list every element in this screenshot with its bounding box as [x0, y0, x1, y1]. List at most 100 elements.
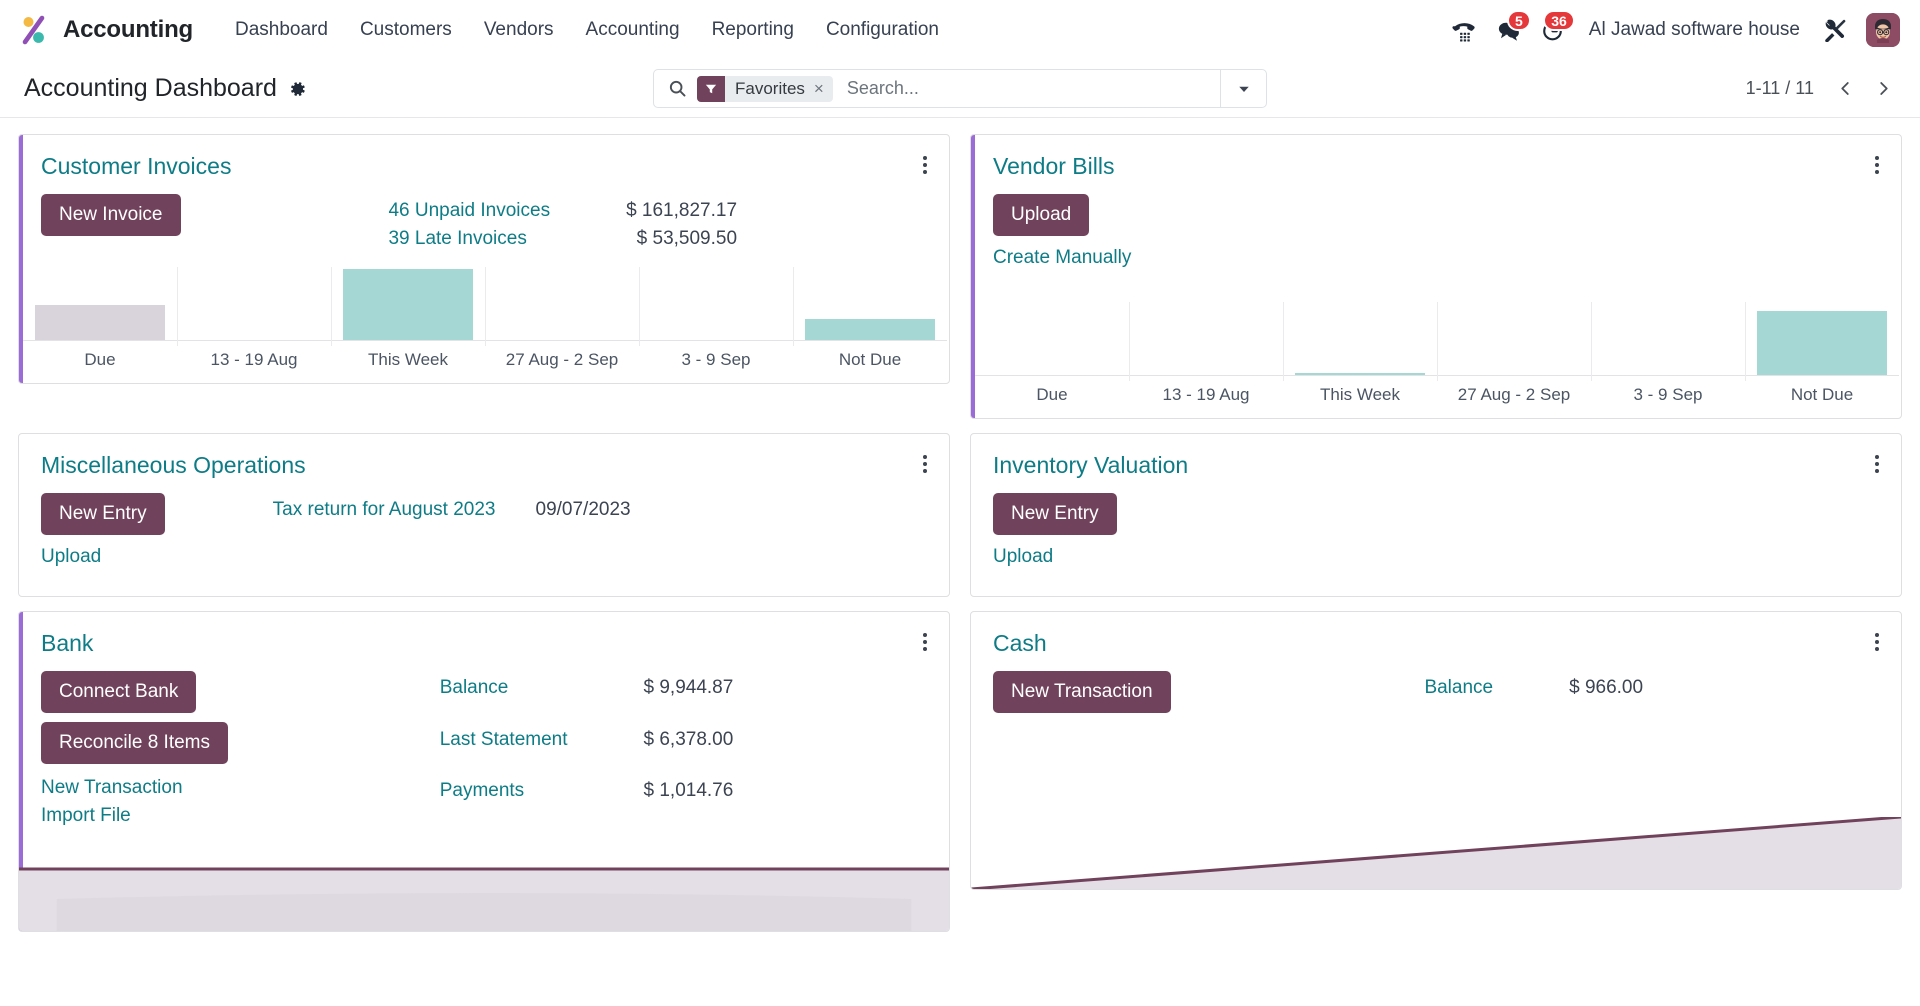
bar-cell — [639, 267, 793, 346]
bar-label: Due — [1036, 385, 1068, 405]
kebab-menu-icon[interactable] — [917, 449, 933, 479]
card-figures: Balance $ 966.00 — [1187, 671, 1881, 713]
search-input[interactable] — [842, 78, 1220, 99]
kebab-menu-icon[interactable] — [917, 150, 933, 180]
card-title-vendor-bills[interactable]: Vendor Bills — [993, 153, 1114, 179]
bar-label: This Week — [368, 350, 448, 369]
bank-balance-area-chart[interactable] — [19, 859, 949, 931]
cash-balance-amount: $ 966.00 — [1569, 676, 1644, 698]
figures-table: Balance $ 966.00 — [1424, 674, 1643, 713]
menu-item-dashboard[interactable]: Dashboard — [219, 13, 344, 47]
vendor-bills-bar-chart[interactable]: Due 13 - 19 Aug This Week 27 Aug - 2 Sep… — [971, 302, 1901, 418]
pager-value[interactable]: 1-11 / 11 — [1746, 78, 1814, 99]
card-actions: New Entry Upload — [993, 493, 1117, 569]
chevron-down-icon[interactable] — [1220, 70, 1266, 107]
menu-item-vendors[interactable]: Vendors — [468, 13, 570, 47]
bank-payments-amount: $ 1,014.76 — [643, 780, 734, 802]
customer-invoices-bar-chart[interactable]: Due 13 - 19 Aug This Week 27 Aug - 2 Sep… — [19, 267, 949, 383]
bar-cell — [1129, 302, 1283, 382]
menu-item-accounting[interactable]: Accounting — [570, 13, 696, 47]
menu-item-customers[interactable]: Customers — [344, 13, 468, 47]
bar-label: 27 Aug - 2 Sep — [1457, 385, 1571, 405]
card-body: New Entry Upload Tax return for August 2… — [19, 479, 949, 595]
bar-label: Not Due — [838, 350, 902, 369]
figures-table: 46 Unpaid Invoices $ 161,827.17 39 Late … — [388, 197, 737, 253]
bank-last-statement-link[interactable]: Last Statement — [440, 726, 644, 778]
table-row: 46 Unpaid Invoices $ 161,827.17 — [388, 197, 737, 225]
card-title-bank[interactable]: Bank — [41, 630, 93, 656]
new-entry-button[interactable]: New Entry — [993, 493, 1117, 536]
page-title-wrapper: Accounting Dashboard — [24, 74, 306, 103]
card-header: Customer Invoices — [19, 135, 949, 180]
bar-cell — [1745, 302, 1899, 382]
bank-balance-link[interactable]: Balance — [440, 674, 644, 726]
create-manually-link[interactable]: Create Manually — [993, 245, 1131, 271]
gear-icon[interactable] — [288, 80, 306, 98]
late-invoices-link[interactable]: 39 Late Invoices — [388, 225, 626, 253]
card-title-misc-operations[interactable]: Miscellaneous Operations — [41, 453, 306, 479]
phone-keypad-icon[interactable] — [1443, 8, 1487, 52]
bar-label: 13 - 19 Aug — [210, 350, 298, 369]
wrench-screwdriver-icon[interactable] — [1816, 18, 1854, 42]
activities-badge: 36 — [1543, 10, 1575, 31]
menu-item-reporting[interactable]: Reporting — [696, 13, 810, 47]
chart-bars — [975, 302, 1899, 382]
cash-balance-area-chart[interactable] — [971, 816, 1901, 889]
odoo-logo-icon[interactable] — [18, 13, 52, 47]
card-inventory-valuation: Inventory Valuation New Entry Upload — [970, 433, 1902, 597]
bar-label: This Week — [1320, 385, 1400, 405]
user-avatar[interactable] — [1866, 13, 1900, 47]
table-row: Last Statement $ 6,378.00 — [440, 726, 734, 778]
cash-balance-link[interactable]: Balance — [1424, 674, 1569, 713]
bar-cell — [331, 267, 485, 346]
pager-next-button[interactable] — [1866, 72, 1900, 106]
kebab-menu-icon[interactable] — [1869, 449, 1885, 479]
card-title-inventory-valuation[interactable]: Inventory Valuation — [993, 453, 1188, 479]
card-body: New Entry Upload — [971, 479, 1901, 595]
unpaid-invoices-link[interactable]: 46 Unpaid Invoices — [388, 197, 626, 225]
import-file-link[interactable]: Import File — [41, 803, 183, 829]
pager-previous-button[interactable] — [1828, 72, 1862, 106]
reconcile-items-button[interactable]: Reconcile 8 Items — [41, 721, 229, 764]
table-row: Balance $ 966.00 — [1424, 674, 1643, 713]
card-title-customer-invoices[interactable]: Customer Invoices — [41, 153, 231, 179]
bar-cell — [793, 267, 947, 346]
app-brand-name[interactable]: Accounting — [63, 16, 193, 44]
bar-cell — [1591, 302, 1745, 382]
card-title-cash[interactable]: Cash — [993, 630, 1047, 656]
card-header: Inventory Valuation — [971, 434, 1901, 479]
bank-payments-link[interactable]: Payments — [440, 777, 644, 829]
card-actions: Connect Bank Reconcile 8 Items New Trans… — [41, 670, 229, 829]
bar-label: 13 - 19 Aug — [1162, 385, 1250, 405]
company-switcher[interactable]: Al Jawad software house — [1589, 19, 1800, 41]
kebab-menu-icon[interactable] — [1869, 150, 1885, 180]
bar-cell — [177, 267, 331, 346]
card-bank: Bank Connect Bank Reconcile 8 Items New … — [18, 610, 950, 932]
bar-cell — [485, 267, 639, 346]
activities-clock-icon[interactable]: 36 — [1531, 8, 1575, 52]
kebab-menu-icon[interactable] — [917, 627, 933, 657]
upload-link[interactable]: Upload — [993, 544, 1053, 570]
figures-table: Tax return for August 2023 09/07/2023 — [273, 496, 631, 569]
card-header: Vendor Bills — [971, 135, 1901, 180]
card-actions: Upload Create Manually — [993, 194, 1131, 270]
connect-bank-button[interactable]: Connect Bank — [41, 670, 197, 713]
tax-return-link[interactable]: Tax return for August 2023 — [273, 496, 536, 569]
new-entry-button[interactable]: New Entry — [41, 493, 165, 536]
card-body: New Transaction Balance $ 966.00 — [971, 657, 1901, 713]
bank-links: New Transaction Import File — [41, 775, 183, 829]
kebab-menu-icon[interactable] — [1869, 627, 1885, 657]
messages-badge: 5 — [1506, 10, 1531, 31]
search-facet-favorites[interactable]: Favorites × — [697, 75, 833, 102]
close-icon[interactable]: × — [812, 76, 833, 102]
upload-link[interactable]: Upload — [41, 544, 101, 570]
card-figures: Balance $ 9,944.87 Last Statement $ 6,37… — [244, 671, 929, 829]
upload-button[interactable]: Upload — [993, 194, 1090, 236]
new-transaction-link[interactable]: New Transaction — [41, 775, 183, 801]
new-invoice-button[interactable]: New Invoice — [41, 194, 181, 236]
new-transaction-button[interactable]: New Transaction — [993, 670, 1171, 713]
card-cash: Cash New Transaction Balance $ 966.00 — [970, 610, 1902, 890]
menu-item-configuration[interactable]: Configuration — [810, 13, 955, 47]
card-miscellaneous-operations: Miscellaneous Operations New Entry Uploa… — [18, 433, 950, 597]
messages-icon[interactable]: 5 — [1487, 8, 1531, 52]
